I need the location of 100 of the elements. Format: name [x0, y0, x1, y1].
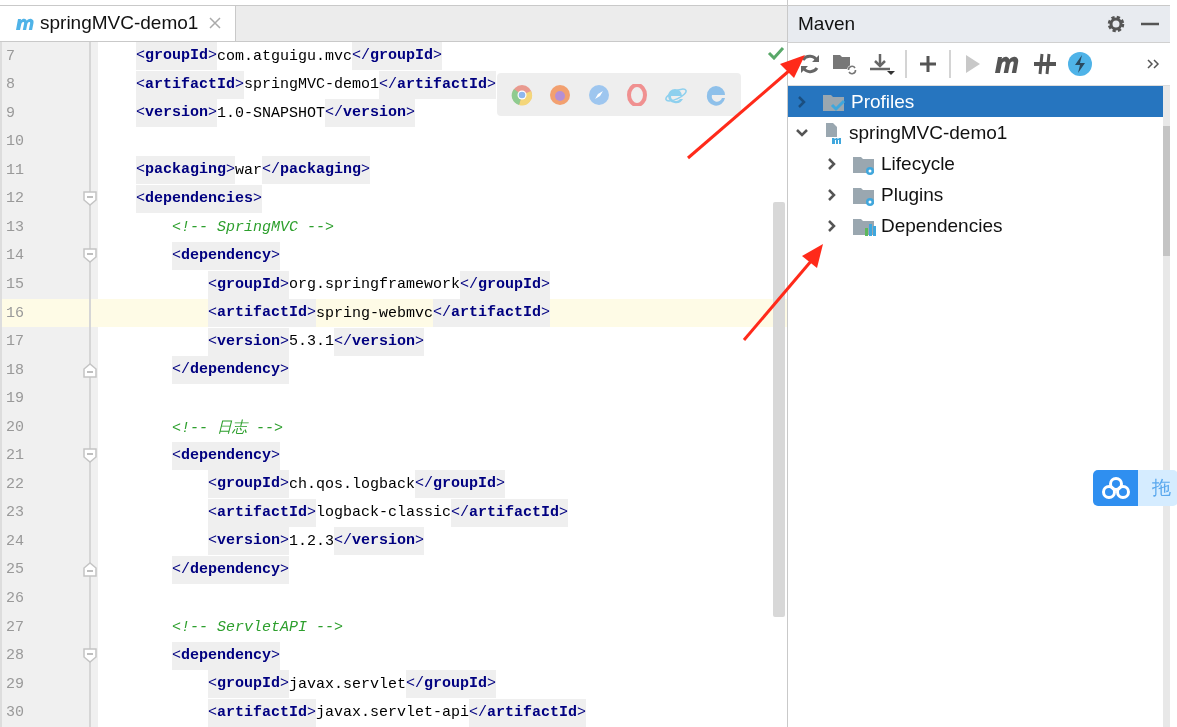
scrollbar-thumb[interactable]: [773, 201, 785, 617]
line-number: 18: [5, 361, 25, 379]
close-icon[interactable]: [208, 16, 223, 31]
check-icon: [767, 46, 785, 60]
xml-tag: <dependencies>: [136, 184, 263, 213]
xml-value: org.springframework: [289, 276, 461, 293]
editor-tab[interactable]: springMVC-demo1: [0, 6, 236, 41]
tree-item-label: Dependencies: [881, 214, 1003, 237]
xml-value: spring-webmvc: [316, 304, 434, 322]
download-icon[interactable]: [868, 52, 896, 76]
xml-tag: </packaging>: [262, 156, 371, 185]
xml-value: springMVC-demo1: [244, 76, 380, 94]
xml-comment: <!-- 日志 -->: [172, 418, 283, 437]
xml-tag: <version>: [208, 527, 290, 556]
fold-marker-icon[interactable]: [83, 362, 97, 378]
xml-tag: </groupId>: [415, 470, 506, 499]
xml-tag: <groupId>: [208, 470, 290, 499]
xml-tag: <artifactId>: [136, 70, 245, 99]
fold-marker-icon[interactable]: [83, 562, 97, 578]
line-number: 26: [5, 590, 25, 608]
line-number: 19: [5, 390, 25, 408]
line-number: 8: [5, 76, 16, 94]
tree-item-label: Profiles: [851, 90, 915, 113]
xml-tag: </artifactId>: [451, 498, 569, 527]
xml-tag: </groupId>: [460, 270, 551, 299]
fold-marker-icon[interactable]: [83, 191, 97, 207]
line-number: 10: [5, 133, 25, 151]
line-number: 20: [5, 418, 25, 436]
settings-icon[interactable]: [1106, 14, 1126, 34]
refresh-icon[interactable]: [798, 52, 822, 76]
xml-tag: </groupId>: [352, 42, 443, 71]
xml-tag: <groupId>: [208, 670, 290, 699]
xml-tag: </artifactId>: [379, 70, 497, 99]
xml-tag: </version>: [325, 99, 416, 128]
xml-tag: </dependency>: [172, 356, 290, 385]
xml-tag: </dependency>: [172, 556, 290, 584]
line-number: 25: [5, 561, 25, 579]
line-number: 14: [5, 247, 25, 265]
xml-tag: <dependency>: [172, 441, 281, 470]
line-number: 28: [5, 647, 25, 665]
line-number: 30: [5, 704, 25, 722]
xml-tag: <dependency>: [172, 241, 281, 270]
cloud-icon: [1100, 476, 1131, 500]
line-number: 17: [5, 333, 25, 351]
folder-refresh-icon[interactable]: [831, 52, 859, 76]
xml-comment: <!-- ServletAPI -->: [172, 618, 344, 636]
fold-marker-icon[interactable]: [83, 248, 97, 264]
tree-item-label: springMVC-demo1: [849, 121, 1008, 144]
xml-tag: <packaging>: [136, 156, 236, 185]
line-number: 21: [5, 447, 25, 465]
xml-tag: <version>: [208, 327, 290, 356]
drag-label: 拖: [1152, 476, 1171, 500]
compass-icon[interactable]: [587, 83, 610, 106]
xml-tag: <version>: [136, 99, 218, 128]
line-number: 16: [5, 304, 25, 322]
xml-tag: <artifactId>: [208, 299, 317, 328]
line-number: 27: [5, 618, 25, 636]
line-number: 22: [5, 475, 25, 493]
tree-item[interactable]: Dependencies: [788, 210, 1163, 241]
xml-value: 5.3.1: [289, 333, 335, 351]
xml-tag: <dependency>: [172, 641, 281, 670]
line-number: 15: [5, 276, 25, 293]
xml-tag: </groupId>: [406, 670, 497, 699]
xml-tag: </version>: [334, 327, 425, 356]
line-number: 13: [5, 218, 25, 236]
panel-title: Maven: [798, 13, 857, 35]
scrollbar-thumb[interactable]: [1163, 126, 1170, 256]
xml-tag: </version>: [334, 527, 425, 556]
line-number: 11: [5, 161, 25, 179]
xml-value: javax.servlet: [289, 675, 407, 693]
xml-tag: <artifactId>: [208, 698, 317, 727]
xml-value: ch.qos.logback: [289, 475, 416, 493]
fold-marker-icon[interactable]: [83, 648, 97, 664]
tree-item[interactable]: Profiles: [788, 86, 1163, 117]
line-number: 9: [5, 104, 16, 122]
xml-value: war: [235, 161, 263, 179]
ring-icon[interactable]: [626, 83, 649, 106]
line-number: 12: [5, 190, 25, 208]
fold-marker-icon[interactable]: [83, 448, 97, 464]
lightning-icon[interactable]: [1067, 51, 1093, 77]
tree-item[interactable]: Lifecycle: [788, 148, 1163, 179]
xml-tag: <groupId>: [208, 270, 290, 299]
xml-value: com.atguigu.mvc: [217, 47, 353, 65]
tree-item-label: Lifecycle: [881, 152, 955, 175]
xml-value: javax.servlet-api: [316, 704, 470, 722]
tree-item[interactable]: springMVC-demo1: [788, 117, 1163, 148]
xml-value: logback-classic: [316, 504, 452, 522]
more-icon[interactable]: [1146, 58, 1160, 70]
line-number: 7: [5, 47, 16, 65]
line-number: 24: [5, 532, 25, 550]
tree-item[interactable]: Plugins: [788, 179, 1163, 210]
line-number: 23: [5, 504, 25, 522]
xml-comment: <!-- SpringMVC -->: [172, 218, 335, 236]
xml-tag: <groupId>: [136, 42, 218, 71]
xml-value: 1.0-SNAPSHOT: [217, 104, 326, 122]
tree-item-label: Plugins: [881, 183, 944, 206]
xml-tag: </artifactId>: [469, 698, 587, 727]
xml-value: 1.2.3: [289, 532, 335, 550]
line-number: 29: [5, 675, 25, 693]
xml-tag: <artifactId>: [208, 498, 317, 527]
